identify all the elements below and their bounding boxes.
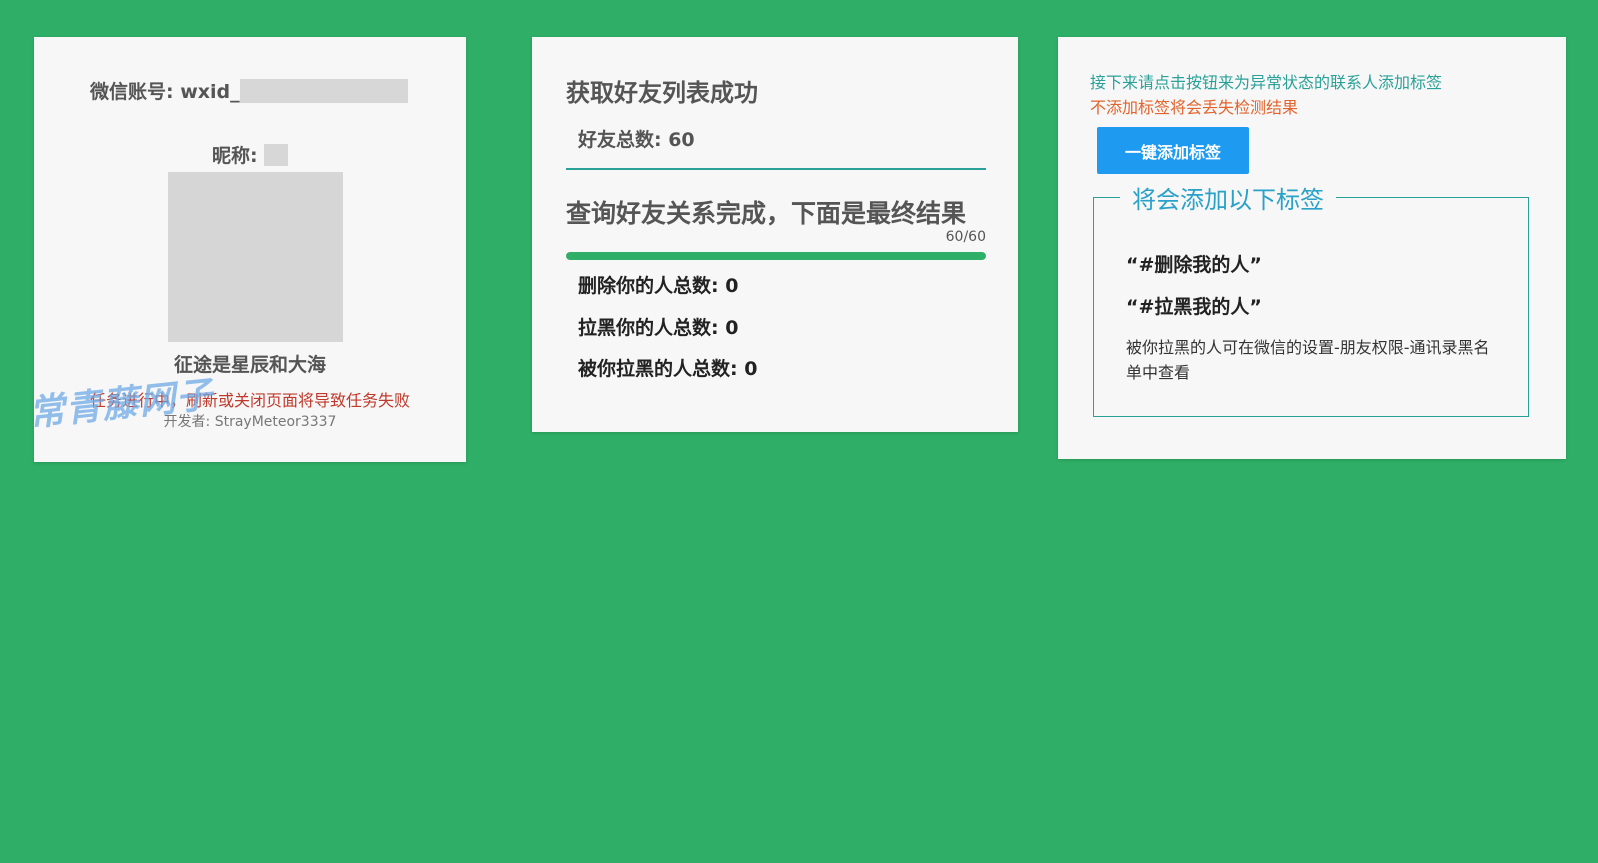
tags-legend: 将会添加以下标签 (1120, 180, 1336, 215)
tags-card: 接下来请点击按钮来为异常状态的联系人添加标签 不添加标签将会丢失检测结果 一键添… (1058, 37, 1566, 459)
stat-blocked-by-you: 被你拉黑的人总数: 0 (578, 358, 758, 380)
nickname-label: 昵称: (212, 145, 258, 167)
wechat-id-label: 微信账号: wxid_ (90, 81, 240, 103)
tags-preview-box: 将会添加以下标签 “#删除我的人” “#拉黑我的人” 被你拉黑的人可在微信的设置… (1093, 180, 1529, 417)
motto-text: 征途是星辰和大海 (173, 354, 326, 376)
avatar (168, 172, 343, 342)
account-card: 微信账号: wxid_ 昵称: 征途是星辰和大海 任务进行中，刷新或关闭页面将导… (27, 37, 466, 462)
blacklist-note: 被你拉黑的人可在微信的设置-朋友权限-通讯录黑名单中查看 (1126, 338, 1490, 382)
tag-hint: 接下来请点击按钮来为异常状态的联系人添加标签 (1090, 73, 1443, 92)
wechat-id: 微信账号: wxid_ (90, 77, 408, 104)
stat-blocked-you: 拉黑你的人总数: 0 (578, 317, 739, 339)
divider (566, 168, 986, 170)
tag-blocked-me: “#拉黑我的人” (1126, 296, 1262, 318)
progress-label: 60/60 (945, 229, 986, 245)
wechat-id-redacted (239, 79, 408, 103)
tag-deleted-me: “#删除我的人” (1126, 254, 1262, 276)
nickname-redacted (264, 144, 289, 166)
add-tags-button[interactable]: 一键添加标签 (1097, 127, 1249, 174)
friend-total: 好友总数: 60 (578, 129, 695, 151)
progress-fill (566, 252, 986, 260)
results-card: 获取好友列表成功 好友总数: 60 查询好友关系完成，下面是最终结果 60/60… (532, 37, 1018, 432)
tag-warning: 不添加标签将会丢失检测结果 (1090, 98, 1299, 117)
stat-deleted-you: 删除你的人总数: 0 (578, 275, 739, 297)
progress-bar (566, 252, 986, 260)
nickname: 昵称: (212, 141, 289, 168)
friend-list-title: 获取好友列表成功 (566, 79, 758, 107)
results-subtitle: 查询好友关系完成，下面是最终结果 (566, 199, 967, 228)
